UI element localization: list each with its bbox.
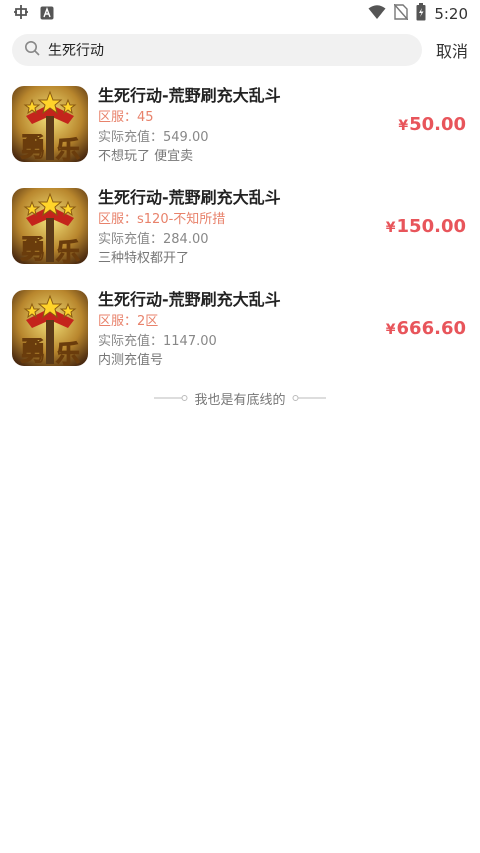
search-icon: [24, 40, 40, 60]
item-description: 内测充值号: [98, 353, 164, 368]
price-value: 150.00: [396, 216, 466, 237]
divider-left-icon: [154, 395, 188, 401]
list-item[interactable]: 勇 乐 生死行动-荒野刷充大乱斗 区服：s120-不知所措 实际充值：284.0…: [0, 182, 480, 284]
results-list: 勇 乐 生死行动-荒野刷充大乱斗 区服：45 实际充值：549.00 不想玩了 …: [0, 80, 480, 386]
svg-text:勇: 勇: [20, 337, 46, 366]
search-row: 取消: [0, 32, 480, 68]
svg-text:勇: 勇: [20, 133, 46, 162]
cancel-button[interactable]: 取消: [436, 38, 468, 62]
search-input[interactable]: [48, 42, 410, 58]
keyboard-icon: [40, 5, 54, 24]
item-title: 生死行动-荒野刷充大乱斗: [98, 86, 281, 105]
search-box[interactable]: [12, 34, 422, 66]
item-title: 生死行动-荒野刷充大乱斗: [98, 290, 281, 309]
item-description: 三种特权都开了: [98, 251, 190, 266]
currency-symbol: ¥: [398, 118, 409, 134]
item-price: ¥150.00: [386, 216, 466, 237]
footer-text: 我也是有底线的: [194, 392, 286, 408]
game-thumbnail: 勇 乐: [12, 290, 88, 366]
svg-text:乐: 乐: [56, 135, 80, 162]
svg-text:乐: 乐: [56, 339, 80, 366]
battery-icon: [416, 3, 426, 25]
price-value: 666.60: [396, 318, 466, 339]
price-value: 50.00: [409, 114, 466, 135]
bug-icon: [12, 3, 30, 25]
status-bar: 5:20: [0, 0, 480, 28]
item-price: ¥50.00: [398, 114, 466, 135]
clock: 5:20: [434, 5, 468, 23]
divider-right-icon: [292, 395, 326, 401]
no-sim-icon: [393, 3, 409, 24]
game-thumbnail: 勇 乐: [12, 188, 88, 264]
currency-symbol: ¥: [385, 322, 396, 338]
list-item[interactable]: 勇 乐 生死行动-荒野刷充大乱斗 区服：2区 实际充值：1147.00 内测充值…: [0, 284, 480, 386]
wifi-icon: [368, 4, 386, 24]
item-description: 不想玩了 便宜卖: [98, 149, 194, 164]
currency-symbol: ¥: [385, 220, 396, 236]
svg-text:乐: 乐: [56, 237, 80, 264]
item-title: 生死行动-荒野刷充大乱斗: [98, 188, 281, 207]
game-thumbnail: 勇 乐: [12, 86, 88, 162]
list-item[interactable]: 勇 乐 生死行动-荒野刷充大乱斗 区服：45 实际充值：549.00 不想玩了 …: [0, 80, 480, 182]
item-price: ¥666.60: [386, 318, 466, 339]
list-end-footer: 我也是有底线的: [0, 388, 480, 408]
svg-text:勇: 勇: [20, 235, 46, 264]
